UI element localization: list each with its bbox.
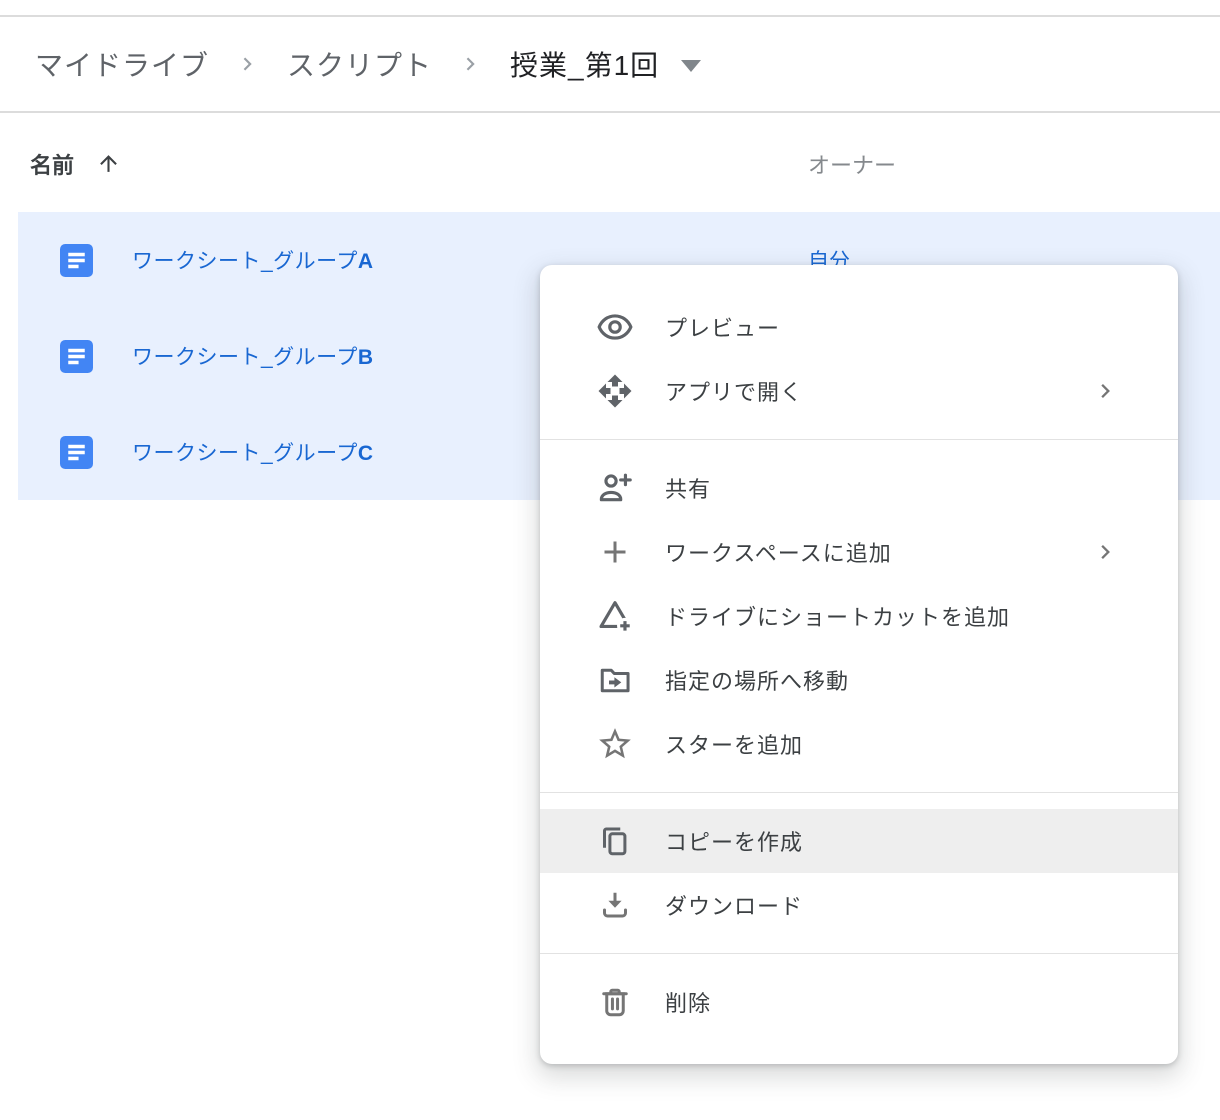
eye-icon xyxy=(595,307,635,347)
breadcrumb-current-folder[interactable]: 授業_第1回 xyxy=(510,44,659,84)
copy-icon xyxy=(595,821,635,861)
column-header-name[interactable]: 名前 xyxy=(30,115,121,212)
sort-ascending-icon xyxy=(96,151,121,176)
menu-item-label: ドライブにショートカットを追加 xyxy=(665,600,1010,632)
column-name-label: 名前 xyxy=(30,148,74,180)
menu-divider xyxy=(540,792,1178,793)
chevron-right-icon xyxy=(235,51,261,77)
menu-item-add-to-workspace[interactable]: ワークスペースに追加 xyxy=(540,520,1178,584)
context-menu: プレビュー アプリで開く 共有 ワークスペースに追加 xyxy=(540,265,1178,1064)
file-list-header: 名前 オーナー xyxy=(0,115,1220,212)
submenu-chevron-icon xyxy=(1092,377,1120,405)
menu-item-move-to[interactable]: 指定の場所へ移動 xyxy=(540,648,1178,712)
column-header-owner[interactable]: オーナー xyxy=(808,115,896,212)
doc-file-icon xyxy=(60,340,93,373)
menu-item-label: ダウンロード xyxy=(665,889,803,921)
breadcrumb: マイドライブ スクリプト 授業_第1回 xyxy=(0,17,1220,113)
menu-item-add-shortcut-to-drive[interactable]: ドライブにショートカットを追加 xyxy=(540,584,1178,648)
menu-item-label: アプリで開く xyxy=(665,375,803,407)
menu-item-label: 削除 xyxy=(665,986,711,1018)
breadcrumb-scripts[interactable]: スクリプト xyxy=(287,44,432,84)
drive-shortcut-icon xyxy=(595,596,635,636)
column-owner-label: オーナー xyxy=(808,148,896,180)
chevron-right-icon xyxy=(458,51,484,77)
menu-item-label: コピーを作成 xyxy=(665,825,803,857)
plus-icon xyxy=(595,532,635,572)
file-name: ワークシート_グループB xyxy=(132,341,374,371)
menu-item-label: プレビュー xyxy=(665,311,780,343)
menu-item-make-a-copy[interactable]: コピーを作成 xyxy=(540,809,1178,873)
folder-dropdown-caret-icon[interactable] xyxy=(681,60,701,72)
menu-item-share[interactable]: 共有 xyxy=(540,456,1178,520)
download-icon xyxy=(595,885,635,925)
breadcrumb-my-drive[interactable]: マイドライブ xyxy=(35,44,209,84)
menu-divider xyxy=(540,439,1178,440)
file-name: ワークシート_グループA xyxy=(132,245,374,275)
submenu-chevron-icon xyxy=(1092,538,1120,566)
star-icon xyxy=(595,724,635,764)
menu-item-label: スターを追加 xyxy=(665,728,803,760)
menu-item-label: 指定の場所へ移動 xyxy=(665,664,849,696)
doc-file-icon xyxy=(60,436,93,469)
open-with-icon xyxy=(595,371,635,411)
file-name: ワークシート_グループC xyxy=(132,437,374,467)
menu-item-add-star[interactable]: スターを追加 xyxy=(540,712,1178,776)
menu-item-open-with[interactable]: アプリで開く xyxy=(540,359,1178,423)
trash-icon xyxy=(595,982,635,1022)
menu-item-label: 共有 xyxy=(665,472,711,504)
menu-item-label: ワークスペースに追加 xyxy=(665,536,892,568)
folder-move-icon xyxy=(595,660,635,700)
person-add-icon xyxy=(595,468,635,508)
menu-item-preview[interactable]: プレビュー xyxy=(540,295,1178,359)
menu-divider xyxy=(540,953,1178,954)
doc-file-icon xyxy=(60,244,93,277)
menu-item-delete[interactable]: 削除 xyxy=(540,970,1178,1034)
menu-item-download[interactable]: ダウンロード xyxy=(540,873,1178,937)
